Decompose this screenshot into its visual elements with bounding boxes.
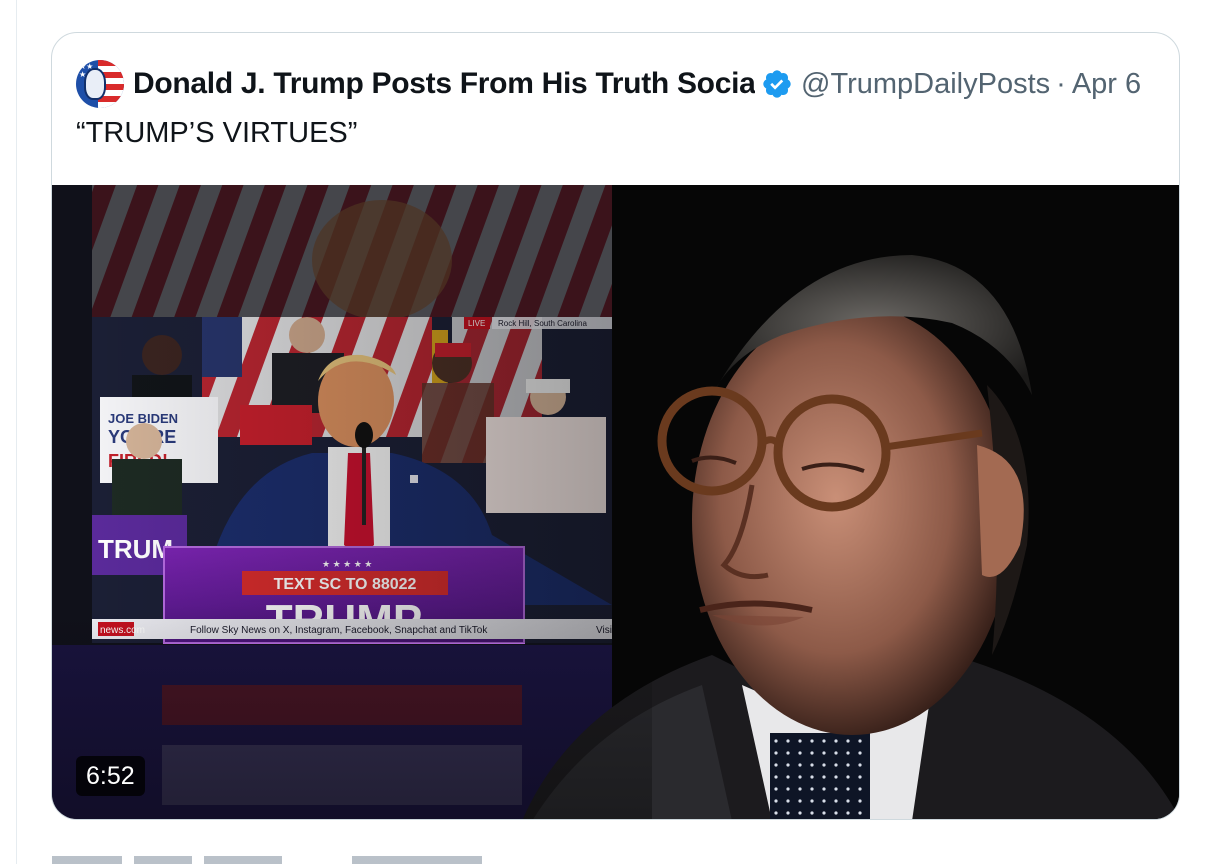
cropped-previous-text [54, 0, 754, 4]
avatar-portrait [84, 68, 106, 100]
rally-broadcast-frame: JOE BIDEN YOU'RE FIRED! TRUM [92, 317, 640, 645]
meta-separator: · [1056, 67, 1066, 100]
verified-badge-icon [763, 70, 791, 98]
quoted-post-text: “TRUMP’S VIRTUES” [76, 117, 358, 149]
author-handle[interactable]: @TrumpDailyPosts [801, 68, 1050, 101]
cropped-timestamp-glyphs [52, 856, 482, 864]
video-thumbnail: JOE BIDEN YOU'RE FIRED! TRUM [52, 185, 1179, 819]
video-player[interactable]: JOE BIDEN YOU'RE FIRED! TRUM [52, 185, 1179, 819]
quoted-post-card[interactable]: ★★★★ Donald J. Trump Posts From His Trut… [51, 32, 1180, 820]
tweet-detail-view: ★★★★ Donald J. Trump Posts From His Trut… [0, 0, 1214, 864]
author-display-name[interactable]: Donald J. Trump Posts From His Truth Soc… [133, 67, 755, 101]
cropped-timestamp-line [52, 846, 512, 864]
post-date[interactable]: Apr 6 [1072, 68, 1141, 101]
video-duration-badge: 6:52 [76, 756, 145, 796]
timeline-divider [16, 0, 17, 864]
quoted-post-header: ★★★★ Donald J. Trump Posts From His Trut… [76, 59, 1159, 109]
profile-avatar[interactable]: ★★★★ [76, 60, 124, 108]
